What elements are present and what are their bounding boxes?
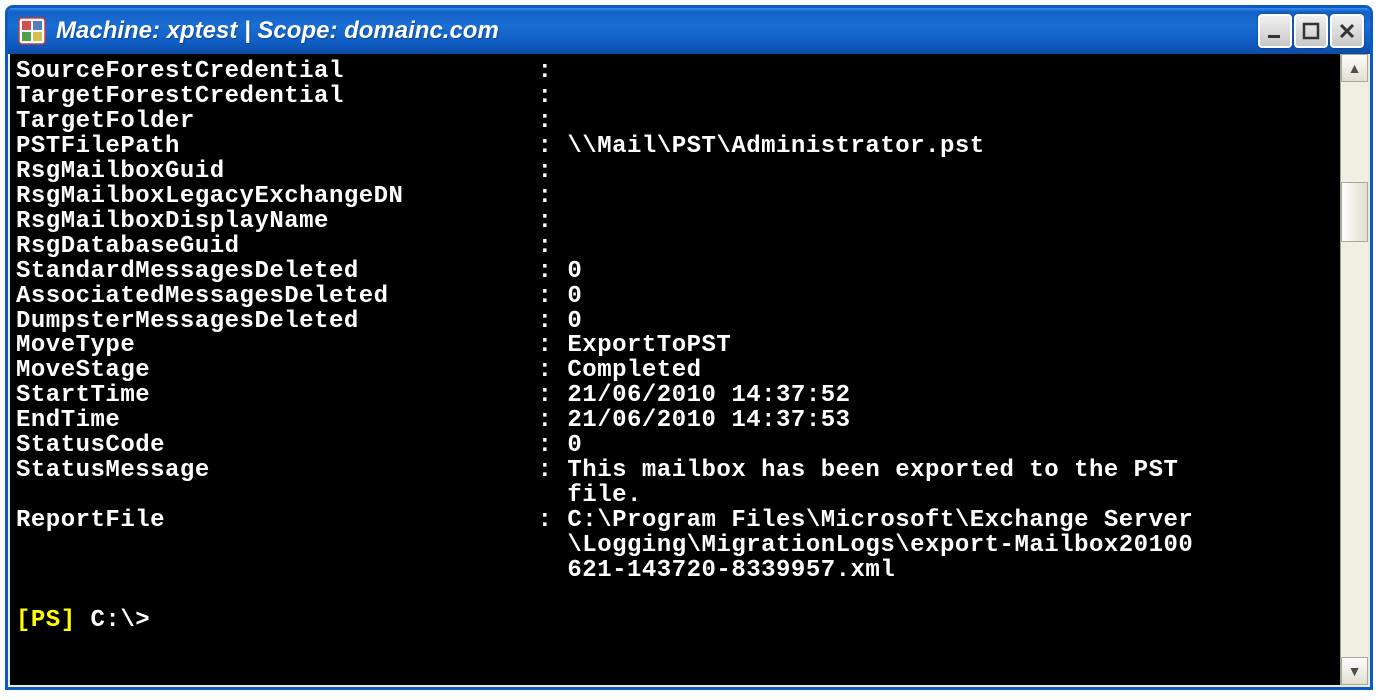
- client-area: SourceForestCredential : TargetForestCre…: [8, 54, 1370, 687]
- vertical-scrollbar[interactable]: ▲ ▼: [1340, 54, 1368, 685]
- close-button[interactable]: [1330, 14, 1364, 48]
- terminal-output[interactable]: SourceForestCredential : TargetForestCre…: [10, 54, 1340, 685]
- scroll-thumb[interactable]: [1341, 182, 1368, 242]
- titlebar[interactable]: Machine: xptest | Scope: domainc.com: [8, 8, 1370, 54]
- app-icon: [18, 17, 46, 45]
- scroll-up-button[interactable]: ▲: [1341, 54, 1368, 82]
- scroll-track[interactable]: [1341, 82, 1368, 657]
- minimize-button[interactable]: [1258, 14, 1292, 48]
- window-controls: [1258, 14, 1364, 48]
- console-window: Machine: xptest | Scope: domainc.com Sou…: [5, 5, 1373, 690]
- prompt-path: C:\>: [76, 607, 151, 634]
- maximize-button[interactable]: [1294, 14, 1328, 48]
- scroll-down-button[interactable]: ▼: [1341, 657, 1368, 685]
- window-title: Machine: xptest | Scope: domainc.com: [56, 17, 1248, 45]
- prompt-ps: [PS]: [16, 607, 76, 634]
